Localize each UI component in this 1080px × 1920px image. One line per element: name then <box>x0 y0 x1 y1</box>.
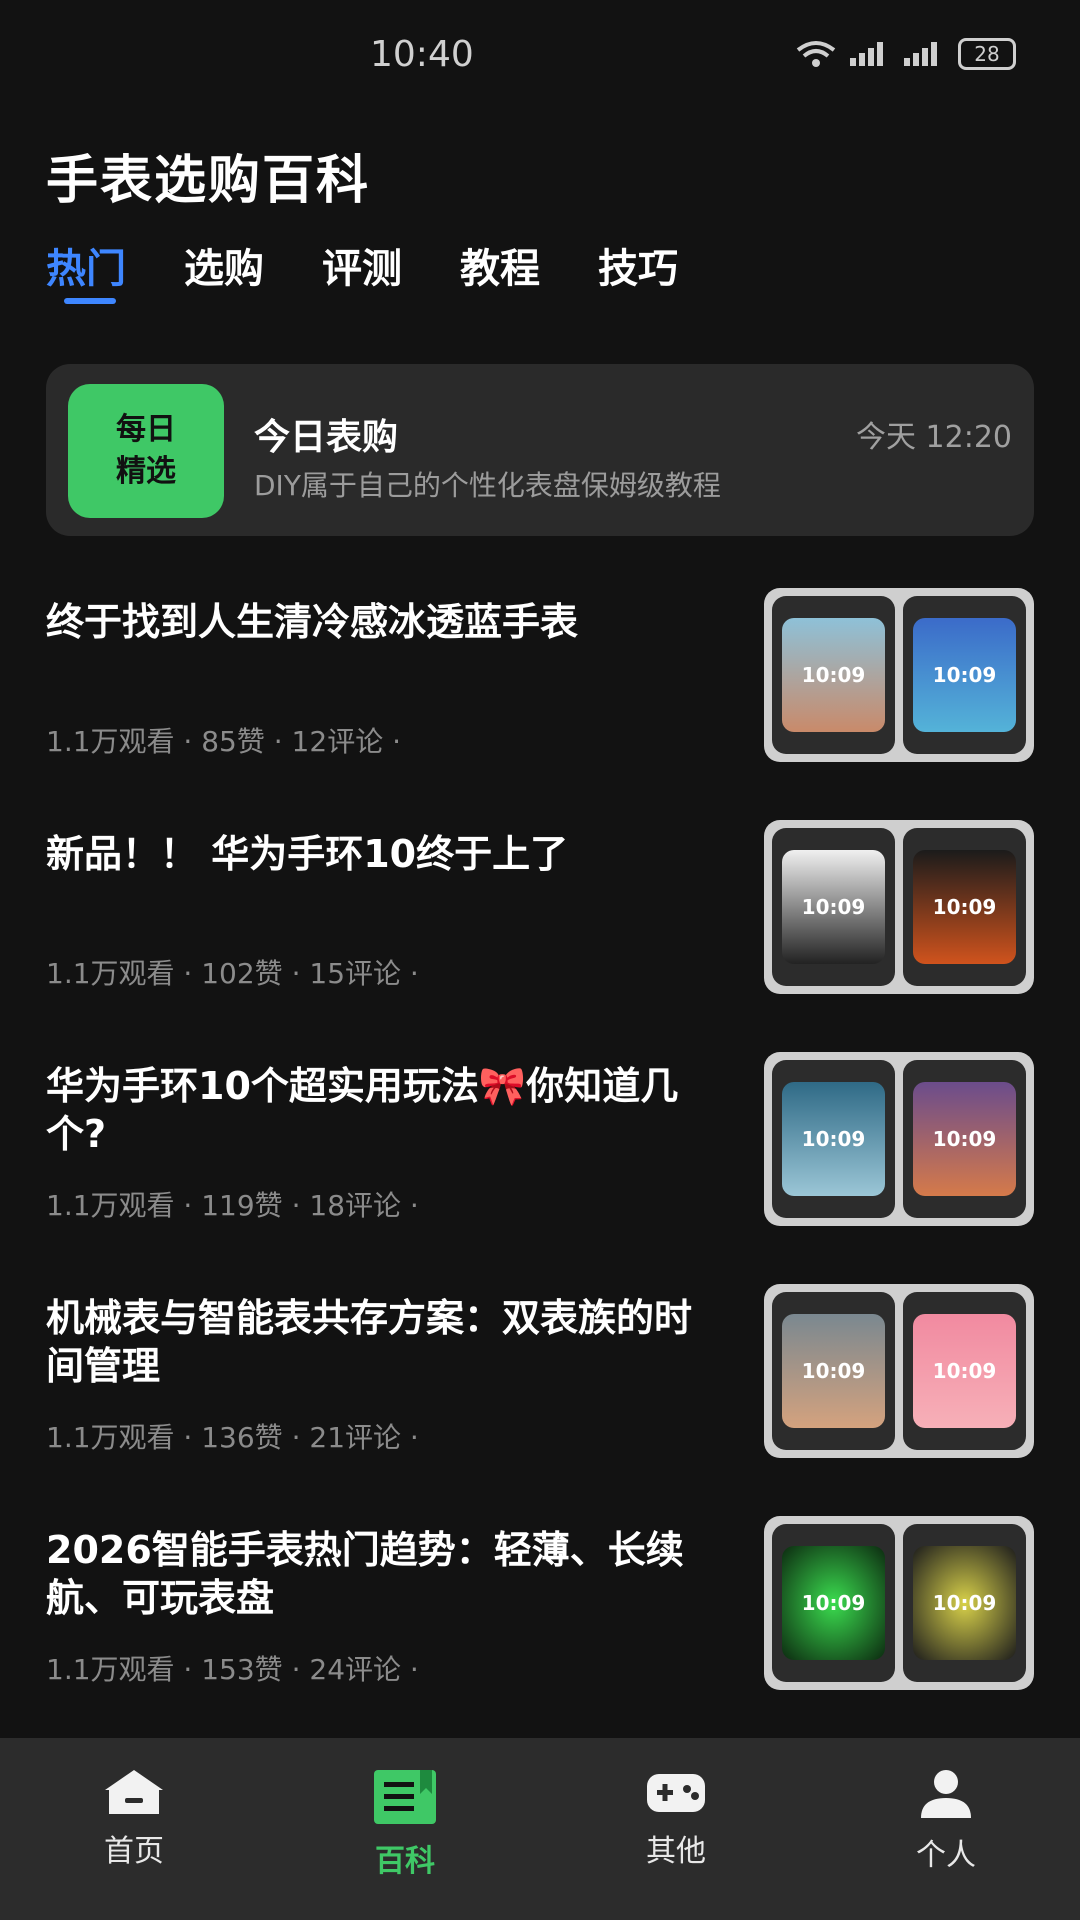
watch-image: 10:09 <box>772 1292 895 1450</box>
badge-line1: 每日 <box>116 412 176 447</box>
tab-review[interactable]: 评测 <box>322 236 402 294</box>
banner-title: 今日表购 <box>254 417 399 458</box>
article-item[interactable]: 终于找到人生清冷感冰透蓝手表 1.1万观看 · 85赞 · 12评论 · 10:… <box>46 588 1034 764</box>
banner-time: 今天 12:20 <box>856 420 1012 455</box>
book-icon <box>374 1770 436 1824</box>
bottom-nav: 首页 百科 其他 个人 <box>0 1738 1080 1920</box>
watch-image: 10:09 <box>772 596 895 754</box>
nav-home-label: 首页 <box>104 1834 164 1869</box>
watch-face: 10:09 <box>912 1546 1017 1660</box>
tab-hot[interactable]: 热门 <box>46 236 126 304</box>
article-thumbnail: 10:09 10:09 <box>764 1284 1034 1458</box>
status-bar: 10:40 28 <box>0 0 1080 110</box>
watch-face: 10:09 <box>912 850 1017 964</box>
signal-4g-icon <box>904 42 944 66</box>
article-meta: 1.1万观看 · 119赞 · 18评论 · <box>46 1189 419 1222</box>
article-meta: 1.1万观看 · 153赞 · 24评论 · <box>46 1653 419 1686</box>
article-title: 2026智能手表热门趋势：轻薄、长续航、可玩表盘 <box>46 1528 684 1620</box>
banner-subtitle: DIY属于自己的个性化表盘保姆级教程 <box>254 469 721 502</box>
watch-image: 10:09 <box>772 828 895 986</box>
gamepad-icon <box>647 1774 705 1812</box>
home-icon <box>105 1770 163 1814</box>
watch-face: 10:09 <box>781 1082 886 1196</box>
article-item[interactable]: 华为手环10个超实用玩法🎀你知道几个? 1.1万观看 · 119赞 · 18评论… <box>46 1052 1034 1228</box>
watch-face: 10:09 <box>912 1314 1017 1428</box>
signal-5g-icon <box>850 42 890 66</box>
watch-face: 10:09 <box>912 1082 1017 1196</box>
badge-line2: 精选 <box>116 454 176 489</box>
daily-pick-badge: 每日 精选 <box>68 384 224 518</box>
article-meta: 1.1万观看 · 102赞 · 15评论 · <box>46 957 419 990</box>
status-icons: 28 <box>796 38 1016 70</box>
watch-image: 10:09 <box>903 596 1026 754</box>
nav-home[interactable]: 首页 <box>64 1768 204 1870</box>
watch-face: 10:09 <box>781 1546 886 1660</box>
article-item[interactable]: 机械表与智能表共存方案：双表族的时间管理 1.1万观看 · 136赞 · 21评… <box>46 1284 1034 1460</box>
article-title: 华为手环10个超实用玩法🎀你知道几个? <box>46 1064 679 1156</box>
nav-encyclopedia[interactable]: 百科 <box>335 1768 475 1880</box>
status-time: 10:40 <box>370 34 474 75</box>
page-title: 手表选购百科 <box>46 151 371 211</box>
nav-encyclopedia-label: 百科 <box>375 1844 435 1879</box>
watch-image: 10:09 <box>903 828 1026 986</box>
daily-pick-banner[interactable]: 每日 精选 今日表购 DIY属于自己的个性化表盘保姆级教程 今天 12:20 <box>46 364 1034 536</box>
battery-icon: 28 <box>958 38 1016 70</box>
article-title: 新品！！ 华为手环10终于上了 <box>46 832 569 876</box>
article-item[interactable]: 新品！！ 华为手环10终于上了 1.1万观看 · 102赞 · 15评论 · 1… <box>46 820 1034 996</box>
watch-face: 10:09 <box>781 1314 886 1428</box>
wifi-icon <box>796 41 836 67</box>
article-meta: 1.1万观看 · 136赞 · 21评论 · <box>46 1421 419 1454</box>
watch-image: 10:09 <box>903 1292 1026 1450</box>
article-meta: 1.1万观看 · 85赞 · 12评论 · <box>46 725 401 758</box>
watch-image: 10:09 <box>772 1524 895 1682</box>
watch-image: 10:09 <box>903 1524 1026 1682</box>
watch-image: 10:09 <box>903 1060 1026 1218</box>
watch-image: 10:09 <box>772 1060 895 1218</box>
tab-tutorial[interactable]: 教程 <box>460 236 540 294</box>
nav-profile[interactable]: 个人 <box>876 1768 1016 1874</box>
watch-face: 10:09 <box>781 618 886 732</box>
watch-face: 10:09 <box>781 850 886 964</box>
article-title: 终于找到人生清冷感冰透蓝手表 <box>46 600 579 644</box>
article-title: 机械表与智能表共存方案：双表族的时间管理 <box>46 1296 693 1388</box>
tab-tips[interactable]: 技巧 <box>598 236 678 294</box>
category-tabs: 热门 选购 评测 教程 技巧 <box>46 236 678 304</box>
article-thumbnail: 10:09 10:09 <box>764 588 1034 762</box>
nav-other[interactable]: 其他 <box>606 1768 746 1870</box>
watch-face: 10:09 <box>912 618 1017 732</box>
tab-buy[interactable]: 选购 <box>184 236 264 294</box>
article-thumbnail: 10:09 10:09 <box>764 1516 1034 1690</box>
article-thumbnail: 10:09 10:09 <box>764 1052 1034 1226</box>
article-item[interactable]: 2026智能手表热门趋势：轻薄、长续航、可玩表盘 1.1万观看 · 153赞 ·… <box>46 1516 1034 1692</box>
nav-other-label: 其他 <box>646 1834 706 1869</box>
article-thumbnail: 10:09 10:09 <box>764 820 1034 994</box>
user-icon <box>921 1770 971 1818</box>
nav-profile-label: 个人 <box>916 1838 976 1873</box>
